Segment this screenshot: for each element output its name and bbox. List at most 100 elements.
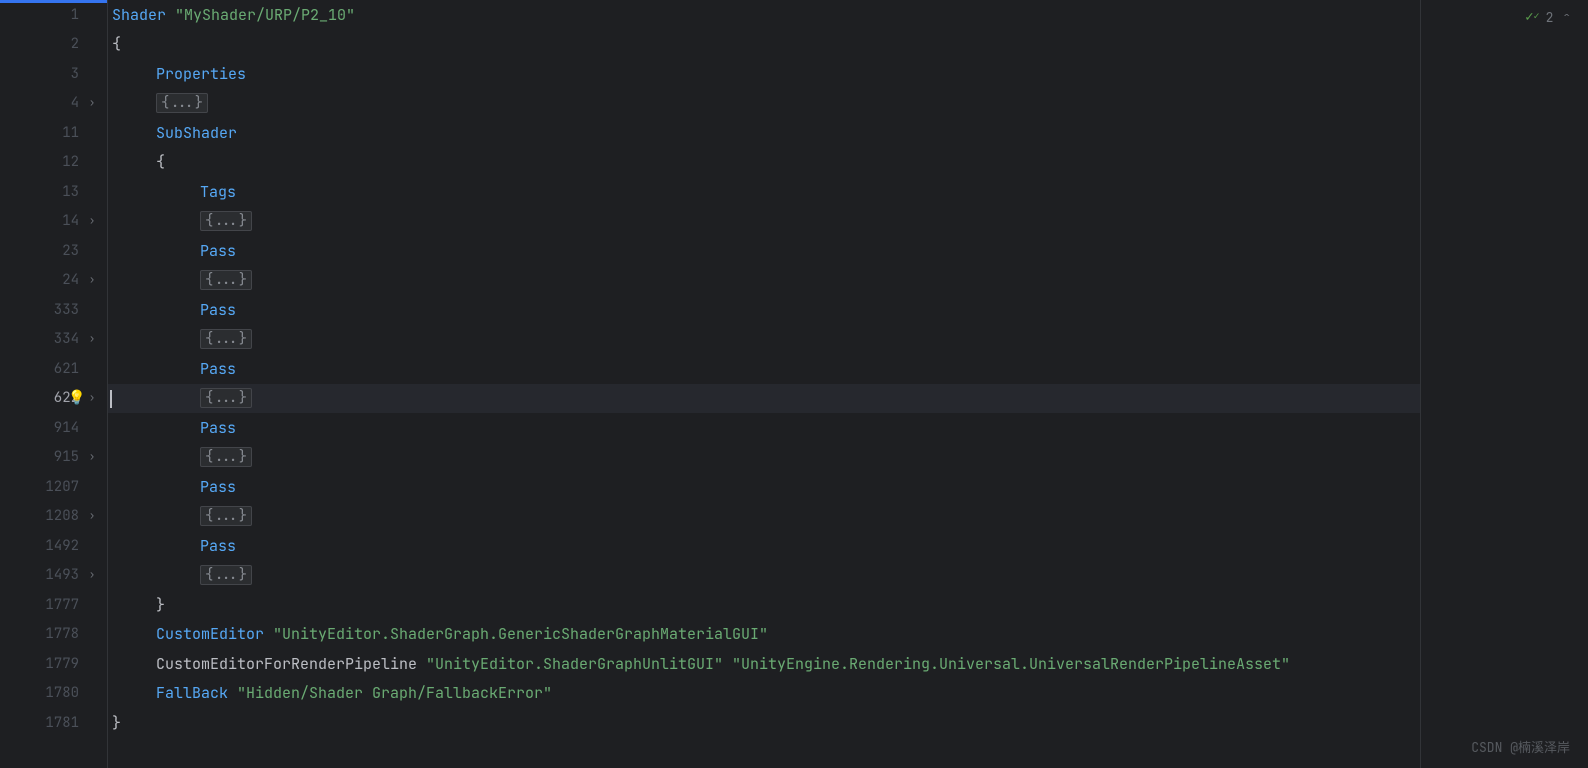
gutter-row: 1208 ›: [0, 502, 107, 532]
gutter-row: 621: [0, 354, 107, 384]
code-line[interactable]: SubShader: [108, 118, 1420, 148]
code-line[interactable]: {...}: [108, 443, 1420, 473]
gutter-row: 1207: [0, 472, 107, 502]
gutter-row: 1778: [0, 620, 107, 650]
gutter-row: 1777: [0, 590, 107, 620]
chevron-up-icon[interactable]: ⌃: [1563, 10, 1570, 24]
code-line[interactable]: {...}: [108, 266, 1420, 296]
gutter-row: 💡622›: [0, 384, 107, 414]
gutter-row: 3: [0, 59, 107, 89]
folded-region[interactable]: {...}: [156, 93, 208, 113]
line-number[interactable]: 334: [41, 330, 79, 348]
code-line[interactable]: {: [108, 30, 1420, 60]
gutter-row: 14 ›: [0, 207, 107, 237]
code-token: {: [156, 152, 165, 172]
code-line[interactable]: Pass: [108, 354, 1420, 384]
line-number[interactable]: 11: [41, 124, 79, 142]
line-number[interactable]: 1780: [41, 684, 79, 702]
code-line[interactable]: Properties: [108, 59, 1420, 89]
code-token: FallBack: [156, 683, 237, 703]
fold-spacer: [79, 185, 99, 199]
line-number[interactable]: 914: [41, 419, 79, 437]
line-number[interactable]: 3: [41, 65, 79, 83]
code-line[interactable]: Pass: [108, 413, 1420, 443]
line-number[interactable]: 24: [41, 271, 79, 289]
code-token: "Hidden/Shader Graph/FallbackError": [237, 683, 552, 703]
line-number[interactable]: 13: [41, 183, 79, 201]
line-number[interactable]: 333: [41, 301, 79, 319]
code-line[interactable]: CustomEditor "UnityEditor.ShaderGraph.Ge…: [108, 620, 1420, 650]
fold-spacer: [79, 598, 99, 612]
line-number[interactable]: 1778: [41, 625, 79, 643]
line-number[interactable]: 12: [41, 153, 79, 171]
code-token: "UnityEditor.ShaderGraphUnlitGUI" "Unity…: [426, 654, 1290, 674]
folded-region[interactable]: {...}: [200, 211, 252, 231]
folded-region[interactable]: {...}: [200, 270, 252, 290]
line-number[interactable]: 1207: [41, 478, 79, 496]
code-token: Shader: [112, 5, 175, 25]
code-line[interactable]: {...}: [108, 502, 1420, 532]
gutter-row: 1780: [0, 679, 107, 709]
code-line[interactable]: {...}: [108, 207, 1420, 237]
fold-collapsed-icon[interactable]: ›: [85, 450, 99, 464]
line-number[interactable]: 1492: [41, 537, 79, 555]
fold-collapsed-icon[interactable]: ›: [85, 273, 99, 287]
line-number[interactable]: 4: [41, 94, 79, 112]
code-line[interactable]: CustomEditorForRenderPipeline "UnityEdit…: [108, 649, 1420, 679]
code-line[interactable]: {...}: [108, 89, 1420, 119]
gutter-row: 11: [0, 118, 107, 148]
fold-collapsed-icon[interactable]: ›: [85, 568, 99, 582]
fold-collapsed-icon[interactable]: ›: [85, 509, 99, 523]
fold-spacer: [79, 303, 99, 317]
code-line[interactable]: {...}: [108, 561, 1420, 591]
gutter-row: 1779: [0, 649, 107, 679]
code-line[interactable]: {: [108, 148, 1420, 178]
fold-spacer: [79, 539, 99, 553]
code-line[interactable]: }: [108, 590, 1420, 620]
code-line[interactable]: {...}: [108, 384, 1420, 414]
line-number[interactable]: 14: [41, 212, 79, 230]
code-token: Pass: [200, 477, 236, 497]
folded-region[interactable]: {...}: [200, 329, 252, 349]
gutter-row: 13: [0, 177, 107, 207]
code-token: Pass: [200, 536, 236, 556]
folded-region[interactable]: {...}: [200, 388, 252, 408]
code-area[interactable]: Shader "MyShader/URP/P2_10"{Properties{.…: [108, 0, 1420, 768]
code-line[interactable]: }: [108, 708, 1420, 738]
line-number[interactable]: 1781: [41, 714, 79, 732]
gutter-row: 333: [0, 295, 107, 325]
fold-spacer: [79, 155, 99, 169]
code-token: Pass: [200, 300, 236, 320]
line-number[interactable]: 1: [41, 6, 79, 24]
code-line[interactable]: Pass: [108, 472, 1420, 502]
line-number[interactable]: 1208: [41, 507, 79, 525]
line-number[interactable]: 915: [41, 448, 79, 466]
fold-collapsed-icon[interactable]: ›: [85, 96, 99, 110]
lightbulb-icon[interactable]: 💡: [68, 389, 85, 407]
fold-collapsed-icon[interactable]: ›: [85, 391, 99, 405]
fold-collapsed-icon[interactable]: ›: [85, 332, 99, 346]
inspection-widget[interactable]: ✓✓ 2 ⌃: [1525, 8, 1570, 26]
line-number[interactable]: 1777: [41, 596, 79, 614]
line-number[interactable]: 1779: [41, 655, 79, 673]
folded-region[interactable]: {...}: [200, 506, 252, 526]
code-line[interactable]: {...}: [108, 325, 1420, 355]
code-line[interactable]: Shader "MyShader/URP/P2_10": [108, 0, 1420, 30]
line-number[interactable]: 23: [41, 242, 79, 260]
text-cursor: [110, 390, 112, 408]
fold-collapsed-icon[interactable]: ›: [85, 214, 99, 228]
line-number[interactable]: 621: [41, 360, 79, 378]
code-line[interactable]: FallBack "Hidden/Shader Graph/FallbackEr…: [108, 679, 1420, 709]
folded-region[interactable]: {...}: [200, 565, 252, 585]
code-token: CustomEditor: [156, 624, 273, 644]
line-number[interactable]: 2: [41, 35, 79, 53]
line-number[interactable]: 1493: [41, 566, 79, 584]
fold-spacer: [79, 37, 99, 51]
folded-region[interactable]: {...}: [200, 447, 252, 467]
code-line[interactable]: Pass: [108, 236, 1420, 266]
code-line[interactable]: Pass: [108, 531, 1420, 561]
code-editor: 1234›11121314›2324›333334›621💡622›914915…: [0, 0, 1588, 768]
code-line[interactable]: Pass: [108, 295, 1420, 325]
code-line[interactable]: Tags: [108, 177, 1420, 207]
fold-spacer: [79, 67, 99, 81]
